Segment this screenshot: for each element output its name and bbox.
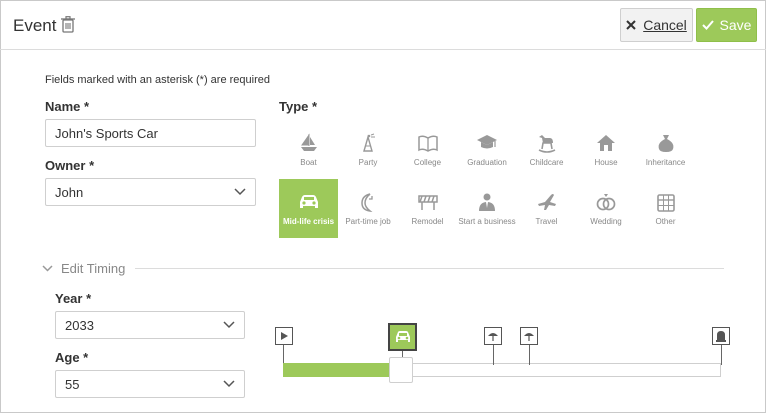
- type-option[interactable]: College: [398, 120, 457, 179]
- year-select[interactable]: 2033: [55, 311, 245, 339]
- calendar-icon: [656, 194, 675, 212]
- umbrella-icon: [524, 333, 534, 341]
- check-icon: [701, 20, 714, 30]
- type-option[interactable]: Graduation: [458, 120, 517, 179]
- moon-clock-icon: [361, 193, 373, 212]
- page-title: Event: [13, 16, 57, 35]
- car-icon: [299, 195, 318, 208]
- age-select[interactable]: 55: [55, 370, 245, 398]
- chevron-down-icon: [223, 380, 235, 388]
- timeline-marker-start[interactable]: [275, 327, 293, 345]
- owner-value: John: [55, 184, 84, 200]
- name-label: Name *: [45, 99, 90, 114]
- close-icon: [626, 20, 636, 30]
- type-option[interactable]: Part-time job: [339, 179, 398, 238]
- rocking-horse-icon: [538, 135, 555, 153]
- party-hat-icon: [363, 133, 375, 152]
- type-label: Type *: [279, 99, 318, 114]
- required-note: Fields marked with an asterisk (*) are r…: [45, 74, 270, 86]
- money-bag-icon: [658, 135, 673, 152]
- age-label: Age *: [55, 350, 89, 365]
- type-option-label: Party: [358, 158, 378, 167]
- type-option-label: Boat: [300, 158, 317, 167]
- type-option-label: Part-time job: [345, 217, 391, 226]
- type-option[interactable]: Remodel: [398, 179, 457, 238]
- type-option-label: Wedding: [590, 217, 622, 226]
- save-label: Save: [719, 17, 752, 33]
- type-option[interactable]: Boat: [279, 120, 338, 179]
- edit-timing-toggle[interactable]: Edit Timing: [42, 261, 125, 276]
- owner-select[interactable]: John: [45, 178, 256, 206]
- type-option-label: Graduation: [467, 158, 507, 167]
- type-option[interactable]: Travel: [517, 179, 576, 238]
- name-input[interactable]: John's Sports Car: [45, 119, 256, 147]
- type-option[interactable]: Mid-life crisis: [279, 179, 338, 238]
- timeline-marker-travel[interactable]: [520, 327, 538, 345]
- save-button[interactable]: Save: [696, 8, 757, 42]
- house-icon: [597, 135, 615, 151]
- type-option-label: House: [594, 158, 618, 167]
- year-label: Year *: [55, 291, 92, 306]
- name-value: John's Sports Car: [55, 125, 158, 141]
- timeline-stem: [721, 345, 722, 365]
- type-option[interactable]: Party: [339, 120, 398, 179]
- tombstone-icon: [716, 331, 726, 342]
- chevron-down-icon: [223, 321, 235, 329]
- timeline-stem: [493, 345, 494, 365]
- timeline-marker-current[interactable]: [388, 323, 417, 351]
- timeline-marker-travel[interactable]: [484, 327, 502, 345]
- trash-icon[interactable]: [61, 16, 75, 33]
- type-option[interactable]: Inheritance: [636, 120, 695, 179]
- type-option-label: Childcare: [529, 158, 564, 167]
- timeline-stem: [283, 345, 284, 363]
- type-option[interactable]: Childcare: [517, 120, 576, 179]
- dialog-header: Event Cancel Save: [0, 0, 766, 50]
- car-icon: [395, 331, 410, 342]
- play-icon: [281, 332, 288, 340]
- year-value: 2033: [65, 317, 94, 333]
- airplane-icon: [537, 194, 556, 210]
- type-option-label: College: [413, 158, 442, 167]
- type-option-label: Other: [655, 217, 676, 226]
- timeline-marker-end[interactable]: [712, 327, 730, 345]
- chevron-down-icon: [234, 188, 246, 196]
- cancel-button[interactable]: Cancel: [620, 8, 693, 42]
- rings-icon: [596, 194, 616, 211]
- timeline-stem: [529, 345, 530, 365]
- type-option[interactable]: Start a business: [458, 179, 517, 238]
- type-option-label: Start a business: [458, 217, 516, 226]
- type-option-label: Mid-life crisis: [282, 217, 335, 226]
- boat-icon: [300, 133, 317, 151]
- umbrella-icon: [488, 333, 498, 341]
- type-option-label: Remodel: [411, 217, 444, 226]
- chevron-down-icon: [42, 265, 53, 272]
- age-value: 55: [65, 376, 80, 392]
- type-option[interactable]: Wedding: [577, 179, 636, 238]
- businessman-icon: [479, 193, 495, 211]
- timeline-fill: [283, 363, 393, 377]
- barrier-icon: [417, 195, 438, 210]
- type-option-label: Inheritance: [645, 158, 686, 167]
- cancel-label: Cancel: [643, 17, 687, 33]
- owner-label: Owner *: [45, 158, 95, 173]
- timeline-slider-handle[interactable]: [389, 357, 413, 383]
- edit-timing-label: Edit Timing: [61, 261, 126, 276]
- divider: [135, 268, 724, 269]
- type-option[interactable]: Other: [636, 179, 695, 238]
- book-icon: [417, 135, 438, 152]
- graduation-cap-icon: [477, 135, 497, 149]
- type-option-label: Travel: [535, 217, 558, 226]
- type-option[interactable]: House: [577, 120, 636, 179]
